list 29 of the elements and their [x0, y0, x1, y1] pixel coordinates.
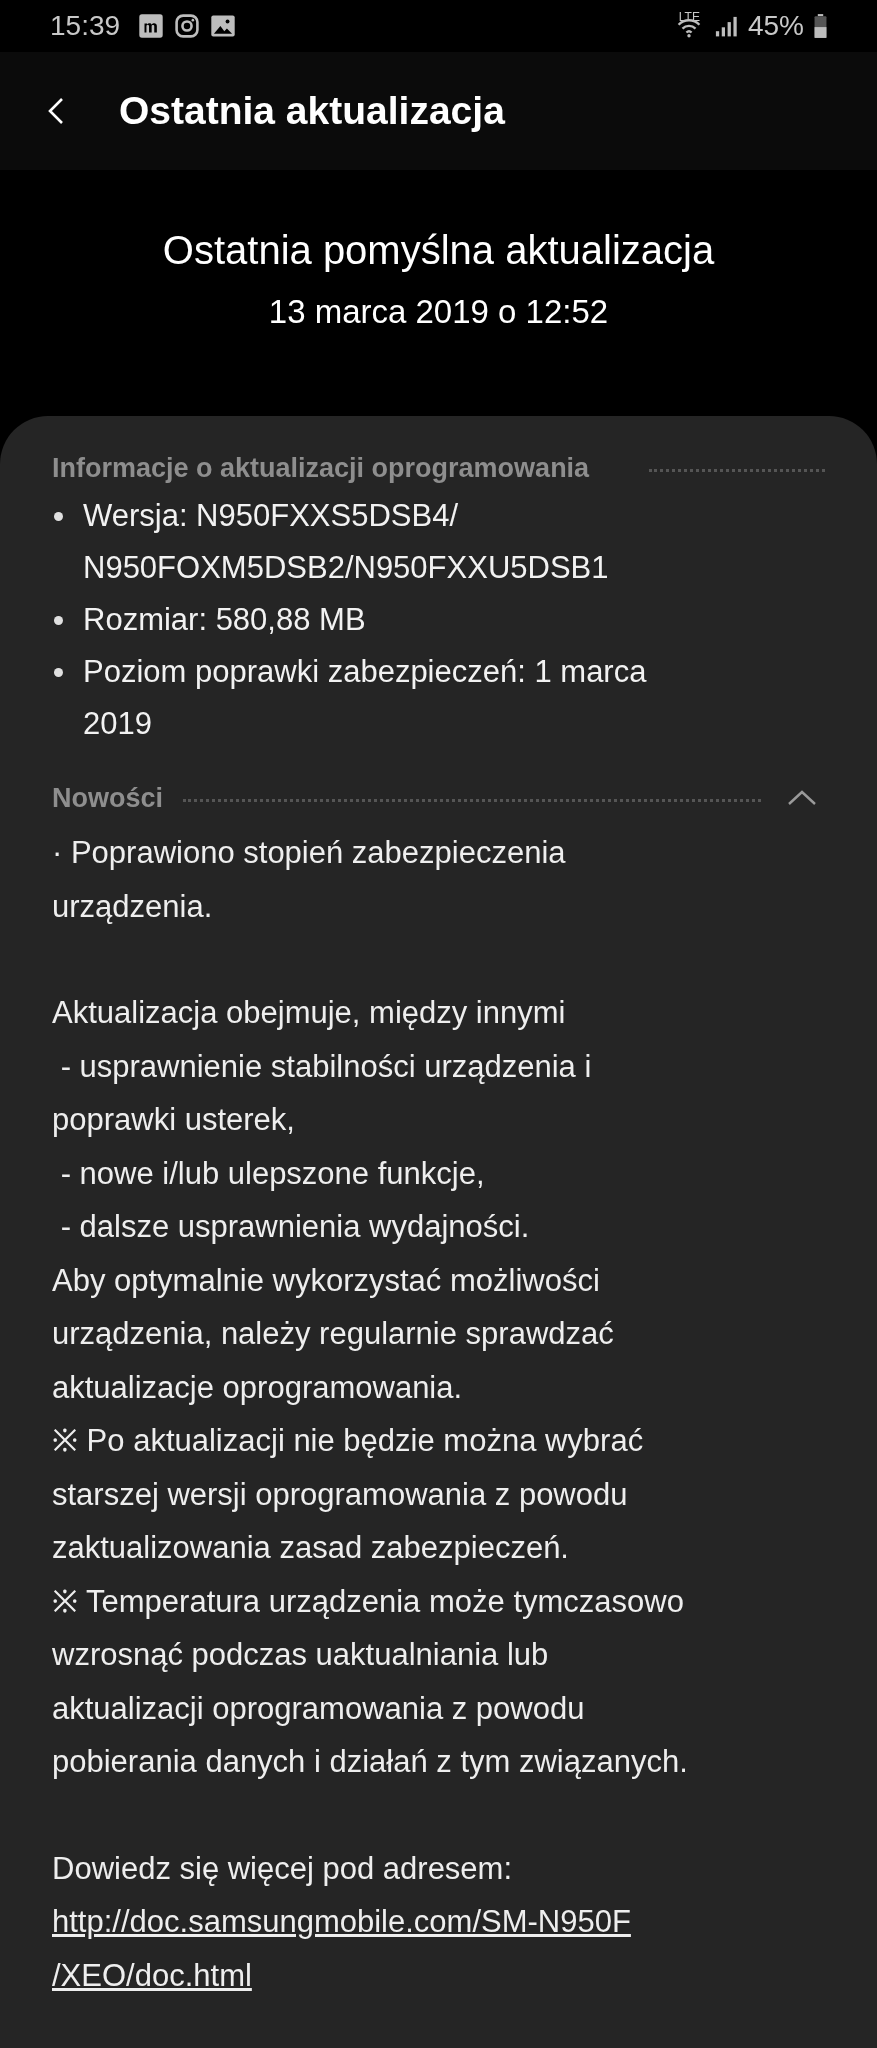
release-note-text: - usprawnienie stabilności urządzenia i poprawki usterek, — [52, 1047, 593, 1139]
camera-icon — [174, 13, 201, 39]
info-item: Poziom poprawki zabezpieczeń: 1 marca 2019 — [83, 653, 647, 743]
info-link[interactable]: http://doc.samsungmobile.com/SM-N950F /XEO/doc.html — [52, 1895, 837, 2002]
info-item: Wersja: N950FXXS5DSB4/ N950FOXM5DSB2/N950FXXU5DSB1 — [83, 497, 609, 587]
section-heading: Nowości — [52, 782, 164, 814]
bullet — [54, 668, 63, 677]
section-heading: Informacje o aktualizacji oprogramowania — [52, 452, 590, 484]
release-note-text: · Poprawiono stopień zabezpieczenia urządzenia. — [52, 834, 567, 926]
page-title: Ostatnia aktualizacja — [119, 89, 505, 133]
release-note-text: Dowiedz się więcej pod adresem: — [52, 1849, 514, 1888]
release-note-text: Aktualizacja obejmuje, między innymi — [52, 994, 567, 1032]
app-notification-icon — [138, 13, 165, 39]
release-note-text: Aby optymalnie wykorzystać możliwości urządzenia, należy regularnie sprawdzać aktualizacje oprogramowania. — [52, 1261, 615, 1407]
bullet — [54, 616, 63, 625]
summary-date: 13 marca 2019 o 12:52 — [268, 293, 609, 331]
info-item: Rozmiar: 580,88 MB — [83, 601, 366, 639]
back-icon — [48, 97, 64, 125]
release-note-text: - nowe i/lub ulepszone funkcje, — [59, 1154, 486, 1193]
release-note-text: ※ Po aktualizacji nie będzie można wybrać starszej wersji oprogramowania z powodu zaktualizowania zasad zabezpieczeń. — [52, 1422, 645, 1567]
release-note-text: ※ Temperatura urządzenia może tymczasowo wzrosnąć podczas uaktualniania lub aktualizacji oprogramowania z powodu pobierania danych i działań z tym związanych. — [52, 1582, 689, 1781]
summary-title: Ostatnia pomyślna aktualizacja — [162, 228, 715, 273]
bullet — [54, 512, 63, 521]
status-time: 15:39 — [50, 10, 121, 42]
image-icon — [210, 13, 237, 39]
chevron-icon — [787, 790, 817, 806]
battery-icon — [814, 14, 827, 38]
release-note-text: - dalsze usprawnienia wydajności. — [59, 1208, 531, 1246]
battery-percent: 45% — [747, 10, 804, 42]
